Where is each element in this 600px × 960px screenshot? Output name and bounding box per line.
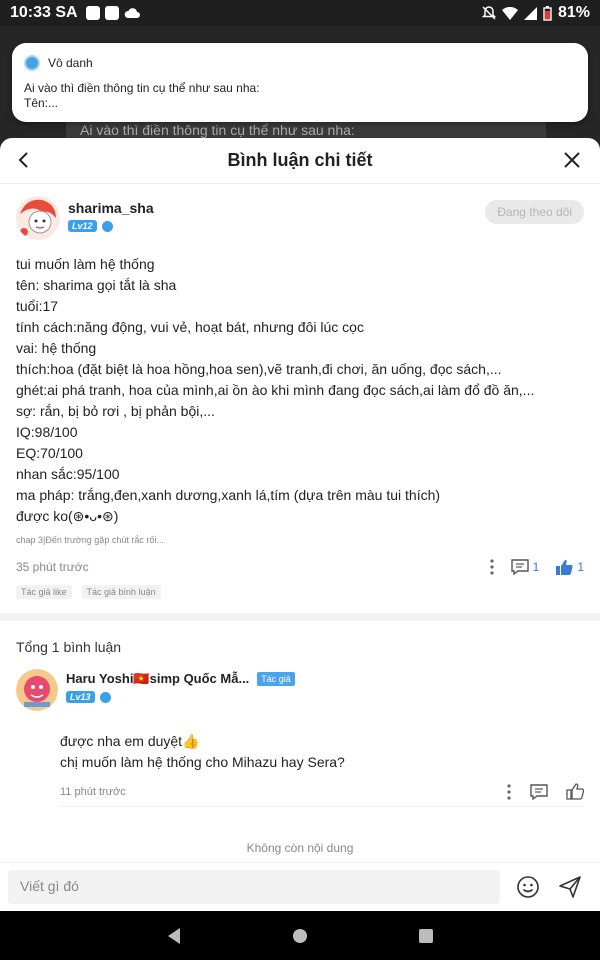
more-options-icon[interactable] [506, 783, 512, 800]
author-commented-tag: Tác giả bình luận [81, 585, 161, 599]
comment-line: sợ: rắn, bị bỏ rơi , bị phản bội,... [16, 403, 215, 419]
comment-line: EQ:70/100 [16, 445, 83, 461]
level-badge: Lv12 [68, 220, 97, 232]
send-icon[interactable] [558, 875, 582, 899]
comment-icon [510, 559, 529, 575]
back-nav-icon[interactable] [166, 927, 182, 945]
section-divider [0, 613, 600, 621]
comment-line: thích:hoa (đặt biệt là hoa hồng,hoa sen)… [16, 361, 502, 377]
app-icon [104, 6, 119, 20]
level-badge: Lv13 [66, 691, 95, 703]
reply-body: được nha em duyệt👍 chị muốn làm hệ thống… [60, 731, 584, 773]
username[interactable]: sharima_sha [68, 200, 154, 216]
sheet-header: Bình luận chi tiết [0, 138, 600, 184]
comment-line: vai: hệ thống [16, 340, 97, 356]
like-count: 1 [577, 560, 584, 574]
home-nav-icon[interactable] [292, 928, 308, 944]
page-title: Bình luận chi tiết [227, 150, 373, 170]
comment-line: được ko(⊛•ᴗ•⊛) [16, 508, 119, 524]
notification-app-name: Vô danh [48, 56, 93, 70]
avatar[interactable] [16, 669, 58, 711]
notification-banner[interactable]: Vô danh Ai vào thì điền thông tin cụ thể… [12, 43, 588, 122]
reply-time: 11 phút trước [60, 785, 126, 798]
wifi-icon [501, 6, 518, 20]
emoji-icon[interactable] [516, 875, 540, 899]
mute-icon [481, 6, 496, 20]
comment-line: tên: sharima gọi tắt là sha [16, 277, 177, 293]
thumbs-up-outline-icon[interactable] [566, 783, 584, 800]
comment-line: ghét:ai phá tranh, hoa của mình,ai ồn ào… [16, 382, 535, 398]
close-icon[interactable] [560, 148, 584, 172]
comment-detail-sheet: Bình luận chi tiết sharima_sha Lv12 Đang… [0, 138, 600, 911]
recents-nav-icon[interactable] [418, 928, 434, 944]
reply-button[interactable]: 1 [510, 559, 540, 575]
avatar[interactable] [16, 196, 60, 240]
notification-line: Ai vào thì điền thông tin cụ thể như sau… [24, 81, 260, 95]
comment-line: tuổi:17 [16, 298, 59, 314]
app-logo-icon [24, 55, 40, 71]
avatar-image [16, 196, 60, 240]
more-options-icon[interactable] [489, 559, 495, 575]
signal-icon [523, 6, 537, 20]
verified-icon [101, 220, 113, 232]
comment-time: 35 phút trước [16, 560, 89, 574]
reply-comment-icon[interactable] [530, 783, 548, 800]
system-nav-bar [0, 911, 600, 960]
comment-body: tui muốn làm hệ thống tên: sharima gọi t… [16, 254, 584, 527]
reply-line: chị muốn làm hệ thống cho Mihazu hay Ser… [60, 754, 345, 770]
status-time: 10:33 SA [10, 4, 78, 21]
following-button[interactable]: Đang theo dõi [485, 200, 584, 224]
status-bar: 10:33 SA 81% [0, 0, 600, 26]
comment-line: IQ:98/100 [16, 424, 78, 440]
reply-item: Haru Yoshi🇻🇳simp Quốc Mẫ... Tác giả Lv13 [16, 669, 584, 711]
battery-icon [543, 5, 552, 21]
battery-level: 81% [557, 4, 590, 21]
like-button[interactable]: 1 [555, 559, 584, 576]
author-tag: Tác giả [257, 672, 295, 686]
reply-username[interactable]: Haru Yoshi🇻🇳simp Quốc Mẫ... [66, 671, 249, 687]
comment-line: ma pháp: trắng,đen,xanh dương,xanh lá,tí… [16, 487, 441, 503]
notification-line: Tên:... [24, 96, 59, 110]
verified-icon [99, 691, 111, 703]
cloud-icon [124, 8, 140, 18]
reply-count: 1 [532, 560, 540, 574]
main-comment: sharima_sha Lv12 Đang theo dõi tui muốn … [0, 184, 600, 599]
avatar-image [16, 669, 58, 711]
chapter-link[interactable]: chap 3|Đến trường gặp chút rắc rối... [16, 535, 584, 545]
comment-input[interactable]: Viết gì đó [8, 870, 500, 904]
thumbs-up-icon [556, 559, 573, 575]
comment-line: tính cách:năng động, vui vẻ, hoạt bát, n… [16, 319, 364, 335]
comment-line: nhan sắc:95/100 [16, 466, 120, 482]
comment-line: tui muốn làm hệ thống [16, 256, 155, 272]
total-replies: Tổng 1 bình luận [16, 639, 122, 655]
replies-section: Tổng 1 bình luận Haru Yoshi🇻🇳simp Quốc M… [0, 621, 600, 855]
comment-input-bar: Viết gì đó [0, 862, 600, 911]
media-icon [85, 6, 100, 20]
no-more-content: Không còn nội dung [246, 841, 354, 855]
author-liked-tag: Tác giả like [16, 585, 72, 599]
reply-line: được nha em duyệt👍 [60, 733, 200, 749]
